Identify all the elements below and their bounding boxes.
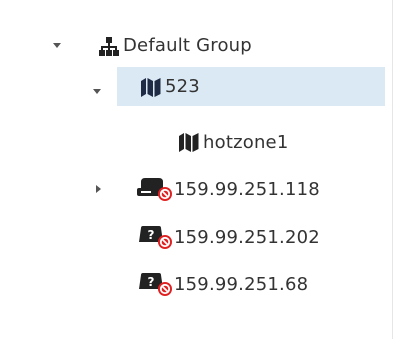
- caret-down-icon[interactable]: [92, 87, 102, 97]
- device-unknown-offline-icon: ?: [137, 226, 173, 255]
- device-tree-panel: Default Group 523 hotzone1 159.99.251.11…: [0, 0, 393, 339]
- svg-text:?: ?: [148, 228, 155, 242]
- caret-down-icon[interactable]: [52, 41, 62, 51]
- svg-text:?: ?: [148, 275, 155, 289]
- device-unknown-offline-icon: ?: [137, 273, 173, 302]
- tree-node-label: hotzone1: [203, 132, 289, 153]
- tree-node-label: 159.99.251.68: [174, 274, 309, 295]
- tree-node-label: 159.99.251.118: [174, 179, 320, 200]
- caret-right-icon[interactable]: [94, 184, 104, 194]
- tree-node-label: Default Group: [123, 35, 252, 56]
- tree-node-label: 159.99.251.202: [174, 227, 320, 248]
- tree-node-default-group[interactable]: Default Group: [0, 27, 385, 66]
- device-offline-icon: [137, 178, 173, 207]
- map-icon: [179, 133, 199, 157]
- tree-node-label: 523: [165, 76, 200, 97]
- map-icon: [141, 78, 161, 102]
- network-group-icon: [99, 37, 119, 62]
